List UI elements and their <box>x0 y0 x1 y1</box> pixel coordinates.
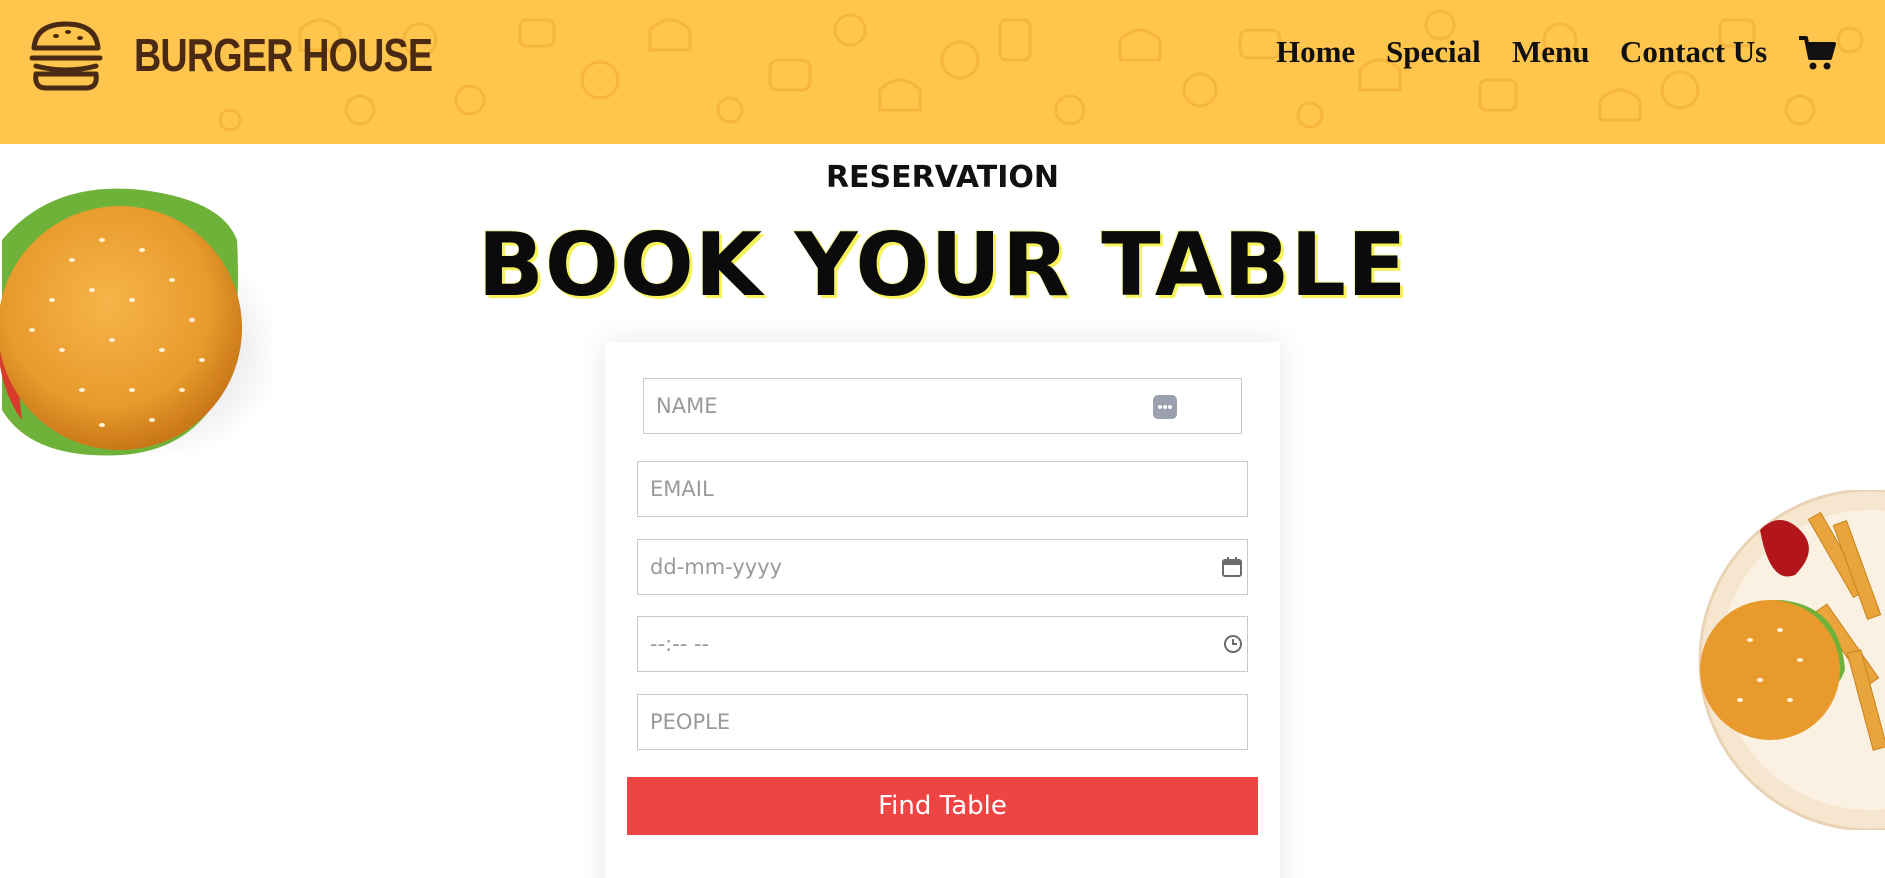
nav-home[interactable]: Home <box>1276 34 1355 70</box>
time-input[interactable]: --:-- -- <box>637 616 1248 672</box>
nav-menu[interactable]: Menu <box>1512 34 1590 70</box>
time-placeholder: --:-- -- <box>650 632 710 656</box>
email-input[interactable]: EMAIL <box>637 461 1248 517</box>
date-input[interactable]: dd-mm-yyyy <box>637 539 1248 595</box>
date-placeholder: dd-mm-yyyy <box>650 555 783 579</box>
burger-logo-icon[interactable] <box>26 14 106 94</box>
people-placeholder: PEOPLE <box>650 710 731 734</box>
site-header: BURGER HOUSE Home Special Menu Contact U… <box>0 0 1885 144</box>
brand-name[interactable]: BURGER HOUSE <box>134 28 433 82</box>
name-input[interactable]: NAME <box>643 378 1242 434</box>
cart-icon[interactable] <box>1797 34 1837 72</box>
clock-icon[interactable] <box>1223 634 1243 654</box>
page-title: BOOK YOUR TABLE <box>477 214 1408 316</box>
section-eyebrow: RESERVATION <box>825 160 1060 195</box>
nav-special[interactable]: Special <box>1386 34 1481 70</box>
find-table-button[interactable]: Find Table <box>627 777 1258 835</box>
nav-contact-us[interactable]: Contact Us <box>1620 34 1767 70</box>
people-input[interactable]: PEOPLE <box>637 694 1248 750</box>
name-placeholder: NAME <box>656 394 718 418</box>
autofill-icon[interactable] <box>1152 394 1178 420</box>
burger-fries-plate-image <box>1698 490 1885 830</box>
email-placeholder: EMAIL <box>650 477 714 501</box>
calendar-icon[interactable] <box>1221 556 1243 578</box>
